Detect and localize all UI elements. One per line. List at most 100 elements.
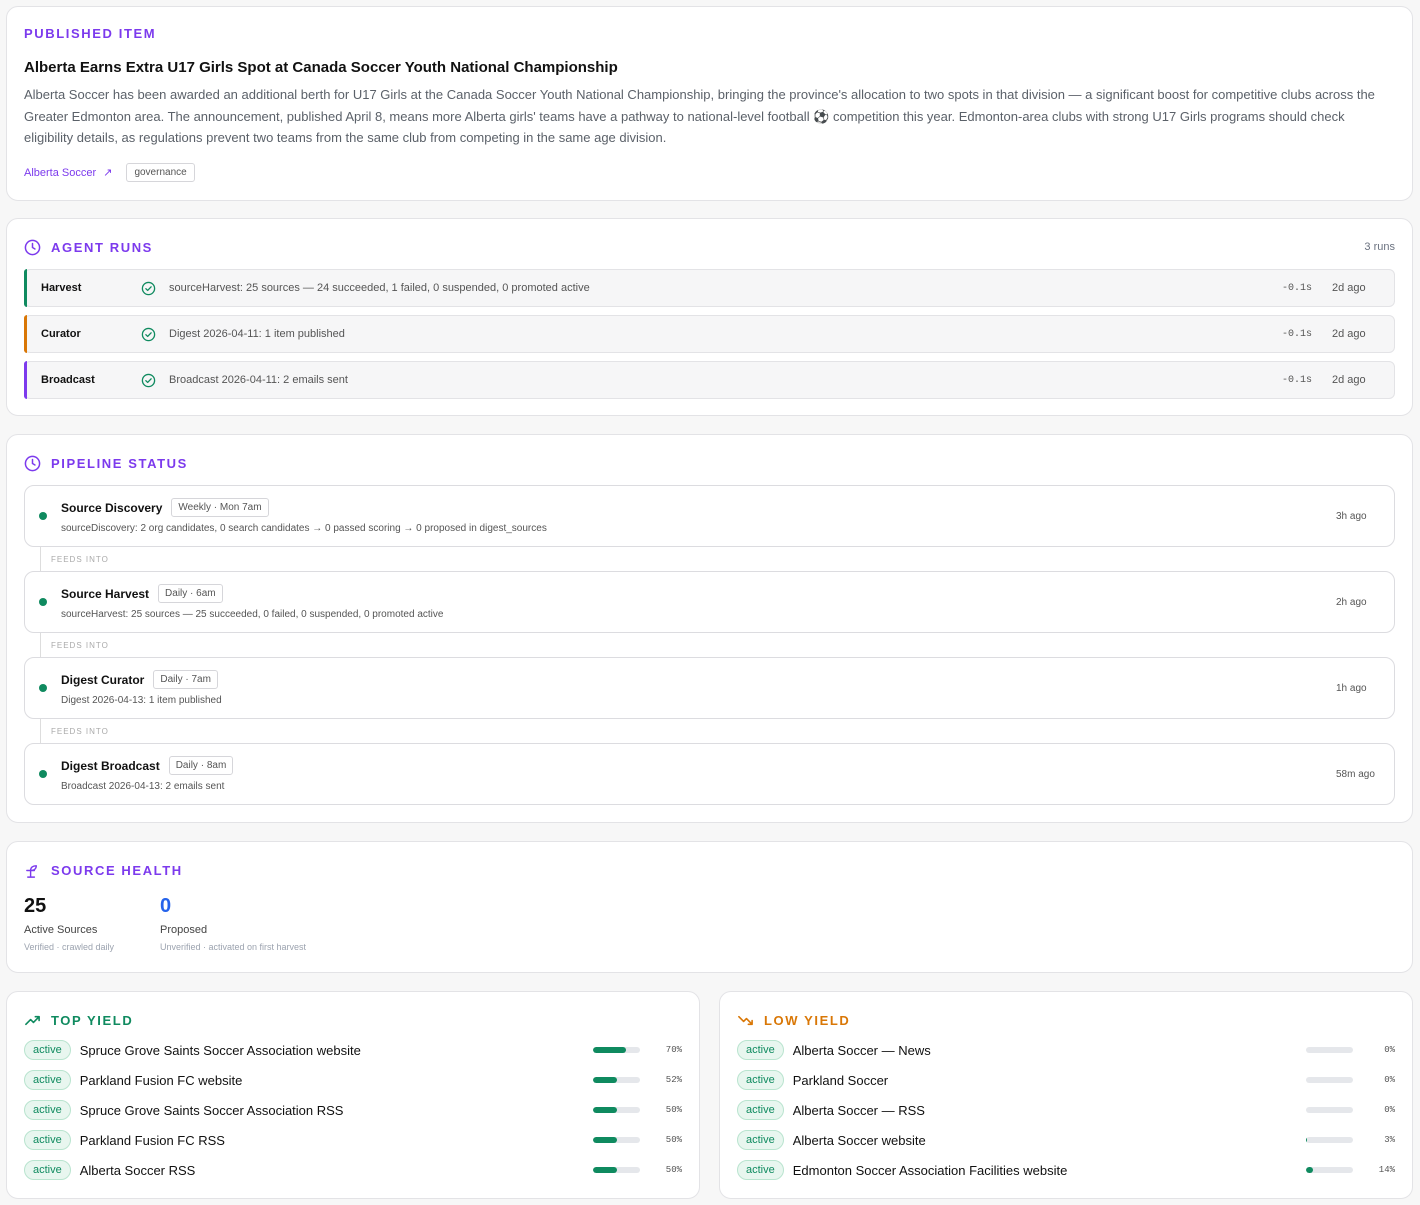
- run-duration: -0.1s: [1282, 374, 1313, 386]
- run-time-ago: 2d ago: [1332, 282, 1366, 294]
- yield-percent: 50%: [665, 1105, 682, 1115]
- source-health-card: SOURCE HEALTH 25 Active Sources Verified ·…: [6, 841, 1413, 973]
- stat-value: 25: [24, 895, 47, 917]
- yield-percent: 52%: [665, 1075, 682, 1085]
- stat-sub: Unverified · activated on first harvest: [160, 942, 307, 952]
- yield-row[interactable]: active Alberta Soccer — RSS 0%: [737, 1095, 1395, 1125]
- yield-bar-track: [593, 1167, 640, 1173]
- source-name[interactable]: Parkland Soccer: [793, 1073, 1306, 1088]
- pipeline-stage[interactable]: Digest Broadcast Daily · 8am Broadcast 202…: [24, 743, 1395, 805]
- stage-header: Digest Curator Daily · 7am: [61, 670, 1336, 689]
- yield-row[interactable]: active Parkland Fusion FC website 52%: [24, 1065, 682, 1095]
- yield-bar-fill: [593, 1047, 626, 1053]
- source-name[interactable]: Edmonton Soccer Association Facilities w…: [793, 1163, 1306, 1178]
- status-badge: active: [737, 1160, 784, 1180]
- published-item-eyebrow: PUBLISHED ITEM: [24, 26, 157, 41]
- source-health-title: SOURCE HEALTH: [51, 862, 183, 878]
- run-time-ago: 2d ago: [1332, 328, 1366, 340]
- check-circle-icon: [141, 327, 169, 342]
- run-row[interactable]: Harvest sourceHarvest: 25 sources — 24 su…: [24, 269, 1395, 307]
- stage-header: Source Discovery Weekly · Mon 7am: [61, 498, 1336, 517]
- published-item-title[interactable]: Alberta Earns Extra U17 Girls Spot at Ca…: [24, 59, 1395, 76]
- run-accent-bar: [24, 361, 27, 399]
- yield-bar-fill: [1306, 1167, 1313, 1173]
- clock-icon: [24, 239, 41, 255]
- yield-row[interactable]: active Spruce Grove Saints Soccer Associa…: [24, 1035, 682, 1065]
- low-yield-header: LOW YIELD: [737, 1011, 1395, 1029]
- yield-row[interactable]: active Alberta Soccer RSS 50%: [24, 1155, 682, 1185]
- run-name: Broadcast: [41, 374, 95, 386]
- status-badge: active: [24, 1130, 71, 1150]
- run-time-ago: 2d ago: [1332, 374, 1366, 386]
- yield-bar-track: [1306, 1137, 1353, 1143]
- health-stat: 0 Proposed Unverified · activated on first…: [160, 895, 306, 952]
- run-duration: -0.1s: [1282, 328, 1313, 340]
- run-summary: Broadcast 2026-04-11: 2 emails sent: [169, 374, 348, 386]
- stage-body: Digest Curator Daily · 7am Digest 2026-04-…: [61, 670, 1336, 706]
- clock-icon: [24, 455, 41, 471]
- yield-row[interactable]: active Alberta Soccer website 3%: [737, 1125, 1395, 1155]
- source-name[interactable]: Alberta Soccer RSS: [80, 1163, 593, 1178]
- topic-tag[interactable]: governance: [126, 162, 195, 182]
- yield-percent: 3%: [1384, 1135, 1395, 1145]
- run-name: Harvest: [41, 282, 82, 294]
- status-badge: active: [24, 1100, 71, 1120]
- status-badge: active: [737, 1040, 784, 1060]
- trending-down-icon: [738, 1015, 753, 1025]
- yield-row[interactable]: active Parkland Soccer 0%: [737, 1065, 1395, 1095]
- stage-header: Source Harvest Daily · 6am: [61, 584, 1336, 603]
- yield-bar-track: [1306, 1107, 1353, 1113]
- yield-percent: 0%: [1384, 1105, 1395, 1115]
- low-yield-card: LOW YIELD active Alberta Soccer — News 0% a…: [719, 991, 1413, 1199]
- yield-row[interactable]: active Parkland Fusion FC RSS 50%: [24, 1125, 682, 1155]
- pipeline-stage[interactable]: Source Harvest Daily · 6am sourceHarvest: …: [24, 571, 1395, 633]
- source-link[interactable]: Alberta Soccer ↗: [24, 166, 112, 179]
- status-badge: active: [24, 1040, 71, 1060]
- run-list: Harvest sourceHarvest: 25 sources — 24 su…: [24, 269, 1395, 399]
- status-badge: active: [737, 1100, 784, 1120]
- run-row[interactable]: Curator Digest 2026-04-11: 1 item publish…: [24, 315, 1395, 353]
- pipeline-title: PIPELINE STATUS: [51, 455, 188, 471]
- run-accent-bar: [24, 269, 27, 307]
- source-name[interactable]: Parkland Fusion FC RSS: [80, 1133, 593, 1148]
- stat-value: 0: [160, 895, 172, 917]
- run-duration: -0.1s: [1282, 282, 1313, 294]
- stage-time-ago: 58m ago: [1336, 768, 1375, 780]
- external-link-icon: ↗: [103, 166, 113, 179]
- yield-bar-track: [1306, 1167, 1353, 1173]
- yield-percent: 14%: [1378, 1165, 1395, 1175]
- stage-detail: Digest 2026-04-13: 1 item published: [61, 695, 222, 706]
- stat-label: Active Sources: [24, 924, 98, 936]
- pipeline-stage[interactable]: Digest Curator Daily · 7am Digest 2026-04-…: [24, 657, 1395, 719]
- yield-row[interactable]: active Edmonton Soccer Association Facili…: [737, 1155, 1395, 1185]
- yield-bar-track: [593, 1107, 640, 1113]
- low-yield-title: LOW YIELD: [764, 1012, 851, 1028]
- pipeline-header: PIPELINE STATUS: [24, 454, 1395, 472]
- yield-row[interactable]: active Alberta Soccer — News 0%: [737, 1035, 1395, 1065]
- yield-bar-fill: [593, 1167, 617, 1173]
- yield-bar-track: [593, 1077, 640, 1083]
- yield-row[interactable]: active Spruce Grove Saints Soccer Associa…: [24, 1095, 682, 1125]
- source-name[interactable]: Alberta Soccer website: [793, 1133, 1306, 1148]
- yield-percent: 50%: [665, 1135, 682, 1145]
- stage-detail: Broadcast 2026-04-13: 2 emails sent: [61, 781, 225, 792]
- pipeline-status-card: PIPELINE STATUS Source Discovery Weekly ·…: [6, 434, 1413, 823]
- stat-label: Proposed: [160, 924, 208, 936]
- schedule-badge: Daily · 7am: [153, 670, 218, 689]
- source-name[interactable]: Spruce Grove Saints Soccer Association w…: [80, 1043, 593, 1058]
- low-yield-list: active Alberta Soccer — News 0% active Parkl…: [737, 1035, 1395, 1185]
- stage-body: Source Discovery Weekly · Mon 7am sourceDi…: [61, 498, 1336, 534]
- yield-bar-fill: [593, 1077, 618, 1083]
- stage-time-ago: 3h ago: [1336, 510, 1367, 522]
- run-row[interactable]: Broadcast Broadcast 2026-04-11: 2 emails …: [24, 361, 1395, 399]
- agent-runs-title: AGENT RUNS: [51, 239, 153, 255]
- status-badge: active: [737, 1130, 784, 1150]
- source-name[interactable]: Spruce Grove Saints Soccer Association R…: [80, 1103, 593, 1118]
- source-name[interactable]: Alberta Soccer — RSS: [793, 1103, 1306, 1118]
- check-circle-icon: [141, 373, 169, 388]
- source-name[interactable]: Alberta Soccer — News: [793, 1043, 1306, 1058]
- pipeline-stage[interactable]: Source Discovery Weekly · Mon 7am sourceDi…: [24, 485, 1395, 547]
- runs-count: 3 runs: [1364, 241, 1395, 253]
- published-item-body: Alberta Soccer has been awarded an addit…: [24, 87, 1375, 145]
- source-name[interactable]: Parkland Fusion FC website: [80, 1073, 593, 1088]
